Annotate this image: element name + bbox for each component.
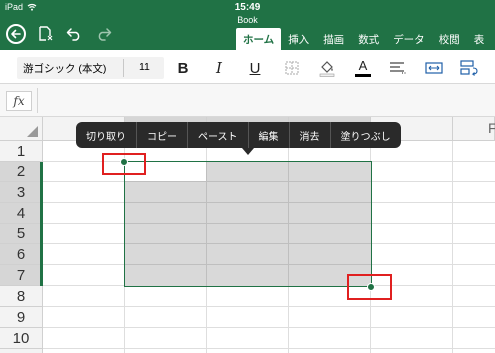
- row-header[interactable]: 6: [0, 244, 43, 265]
- undo-icon: [66, 28, 80, 41]
- row-header[interactable]: 9: [0, 307, 43, 328]
- row-header-partial[interactable]: [0, 349, 43, 353]
- tab-home[interactable]: ホーム: [236, 28, 282, 50]
- tab-data[interactable]: データ: [386, 28, 432, 50]
- align-left-icon: [390, 62, 406, 74]
- context-menu-pointer: [242, 148, 254, 155]
- column-header-f[interactable]: F: [453, 117, 495, 141]
- status-time: 15:49: [234, 2, 261, 13]
- font-color-button[interactable]: A: [351, 57, 375, 79]
- fill-color-button[interactable]: [315, 57, 339, 79]
- menu-item-edit[interactable]: 編集: [249, 122, 290, 148]
- undo-button[interactable]: [65, 25, 83, 43]
- row-header[interactable]: 4: [0, 203, 43, 224]
- column-header-f-label: F: [488, 120, 495, 136]
- gridline: [452, 141, 453, 353]
- row-header[interactable]: 7: [0, 265, 43, 286]
- file-icon: [38, 26, 52, 41]
- merge-button[interactable]: [422, 57, 446, 79]
- row-header[interactable]: 2: [0, 162, 43, 182]
- font-color-swatch: [355, 74, 371, 77]
- underline-button[interactable]: U: [243, 57, 267, 79]
- font-size[interactable]: 11: [139, 61, 150, 73]
- ribbon-toolbar: 游ゴシック (本文) 11 B I U A: [0, 50, 495, 84]
- formula-separator: [37, 88, 38, 113]
- menu-item-cut[interactable]: 切り取り: [76, 122, 137, 148]
- back-button[interactable]: [6, 24, 26, 44]
- select-all-icon: [27, 126, 38, 137]
- row-header[interactable]: 8: [0, 286, 43, 307]
- borders-icon: [285, 61, 299, 75]
- menu-item-clear[interactable]: 消去: [290, 122, 331, 148]
- highlight-box-top-left: [102, 153, 146, 175]
- menu-item-copy[interactable]: コピー: [137, 122, 188, 148]
- select-all-corner[interactable]: [0, 117, 43, 141]
- merge-cells-icon: [425, 62, 443, 74]
- borders-button[interactable]: [280, 57, 304, 79]
- row-header[interactable]: 3: [0, 182, 43, 203]
- arrow-left-icon: [11, 29, 21, 39]
- tab-insert[interactable]: 挿入: [281, 28, 316, 50]
- file-button[interactable]: [36, 25, 54, 43]
- row-header[interactable]: 5: [0, 224, 43, 244]
- menu-item-fill[interactable]: 塗りつぶし: [331, 122, 401, 148]
- font-divider: [123, 59, 124, 77]
- gridline: [43, 348, 495, 349]
- formula-bar: fx: [0, 84, 495, 117]
- ribbon-tabs: ホーム 挿入 描画 数式 データ 校閲 表: [236, 28, 491, 50]
- formula-input[interactable]: [40, 88, 490, 113]
- context-menu: 切り取り コピー ペースト 編集 消去 塗りつぶし: [76, 122, 401, 148]
- bold-button[interactable]: B: [171, 57, 195, 79]
- fx-button[interactable]: fx: [6, 91, 32, 111]
- wrap-text-icon: [460, 60, 478, 76]
- row-header[interactable]: 1: [0, 141, 43, 162]
- font-name[interactable]: 游ゴシック (本文): [23, 61, 106, 76]
- redo-icon: [98, 28, 112, 41]
- align-button[interactable]: [386, 57, 410, 79]
- italic-button[interactable]: I: [207, 57, 231, 79]
- highlight-box-bottom-right: [347, 274, 392, 300]
- gridline: [43, 306, 495, 307]
- selection-border: [124, 161, 372, 287]
- font-selector[interactable]: 游ゴシック (本文) 11: [17, 57, 164, 79]
- tab-view[interactable]: 表: [467, 28, 492, 50]
- tab-formulas[interactable]: 数式: [351, 28, 386, 50]
- redo-button[interactable]: [95, 25, 113, 43]
- wrap-text-button[interactable]: [457, 57, 481, 79]
- title-bar: iPad 15:49 Book ホーム 挿入 描画 数式 データ 校閲 表: [0, 0, 495, 50]
- gridline: [43, 327, 495, 328]
- tab-draw[interactable]: 描画: [316, 28, 351, 50]
- tab-review[interactable]: 校閲: [432, 28, 467, 50]
- paint-bucket-icon: [319, 61, 335, 77]
- font-color-letter: A: [358, 58, 368, 73]
- row-header[interactable]: 10: [0, 328, 43, 349]
- menu-item-paste[interactable]: ペースト: [188, 122, 249, 148]
- document-title: Book: [237, 15, 258, 25]
